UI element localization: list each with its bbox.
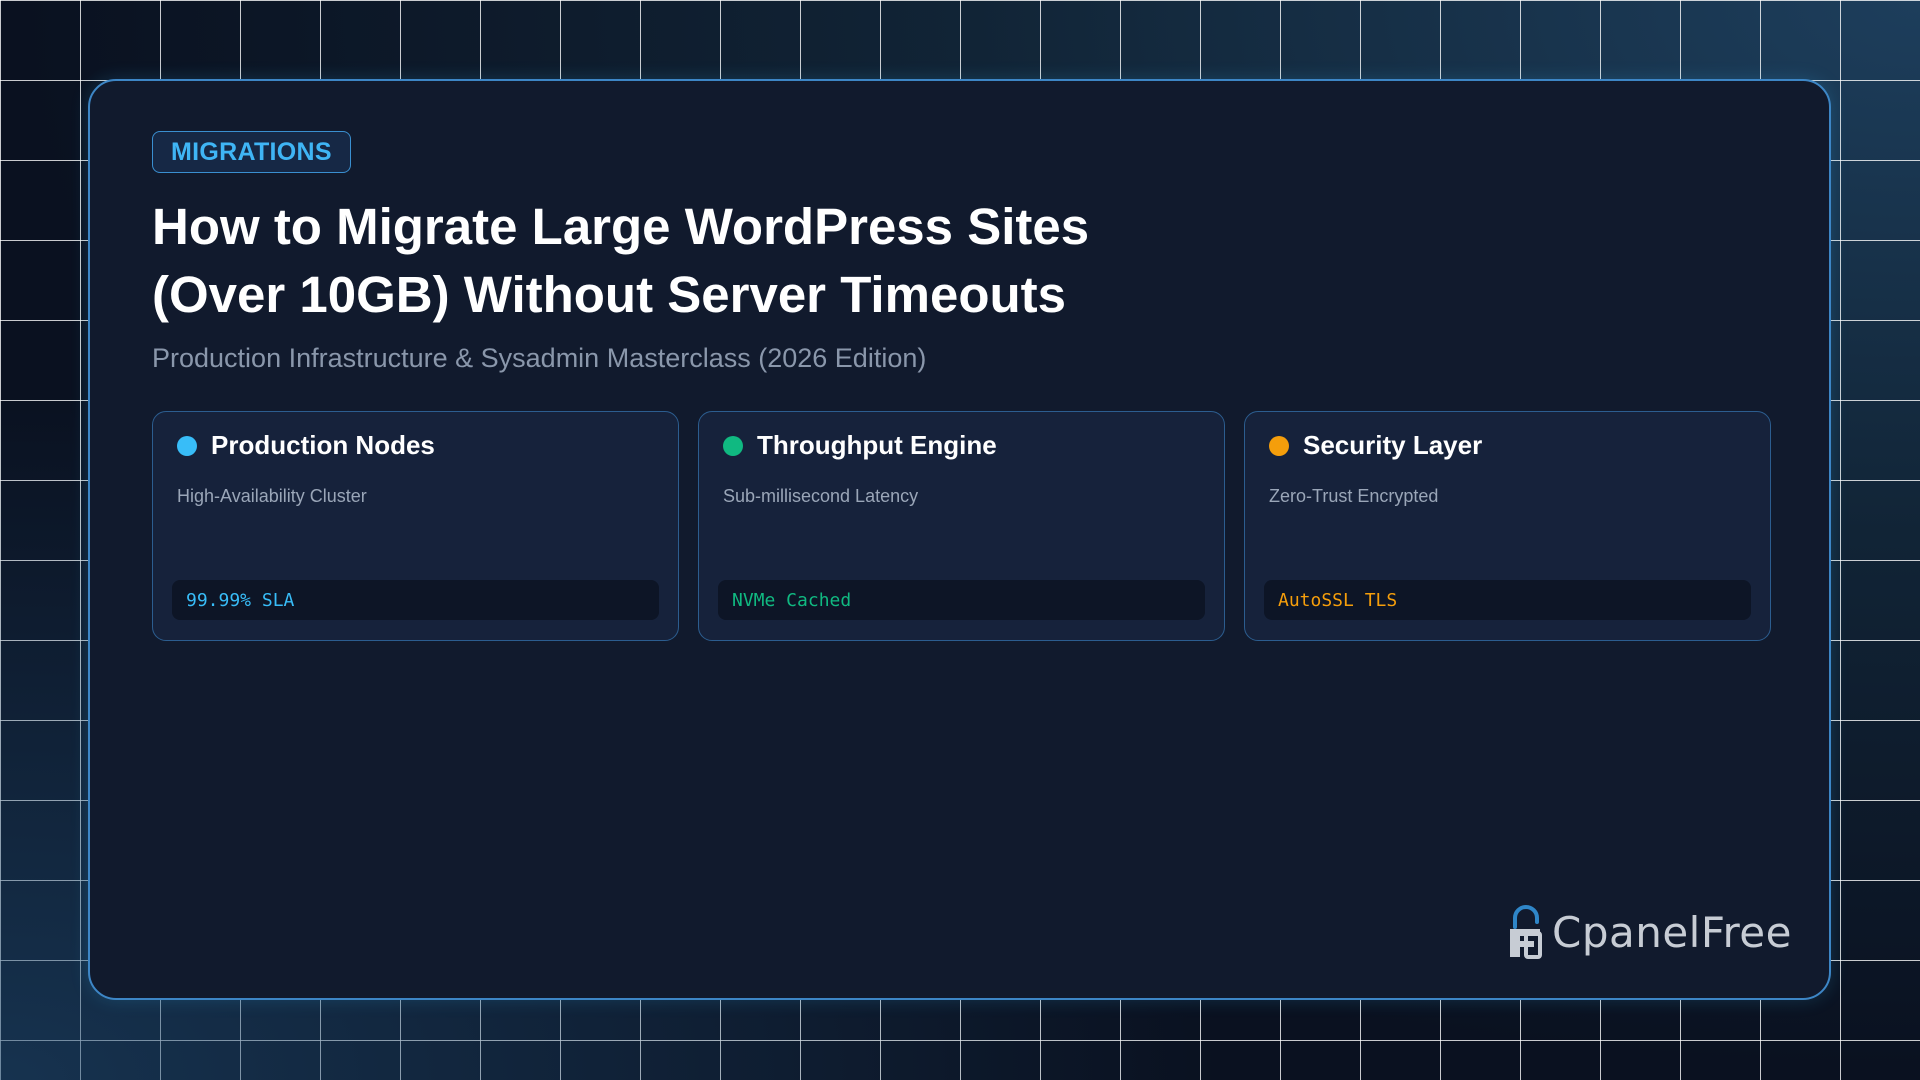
brand-name: CpanelFree (1552, 907, 1792, 957)
tile-production-nodes: Production Nodes High-Availability Clust… (152, 411, 679, 641)
padlock-logo-icon (1510, 905, 1542, 959)
tile-title: Production Nodes (211, 430, 435, 460)
tile-tag: AutoSSL TLS (1264, 580, 1751, 620)
title-line-1: How to Migrate Large WordPress Sites (152, 198, 1090, 255)
status-dot-icon (177, 435, 197, 456)
tile-header: Security Layer (1269, 430, 1482, 461)
status-dot-icon (723, 435, 743, 456)
tile-throughput-engine: Throughput Engine Sub-millisecond Latenc… (698, 411, 1225, 641)
tile-subtitle: Sub-millisecond Latency (723, 486, 919, 506)
tile-tag: NVMe Cached (718, 580, 1205, 620)
page-subtitle: Production Infrastructure & Sysadmin Mas… (152, 343, 927, 373)
tile-header: Throughput Engine (723, 430, 997, 461)
hero-card: MIGRATIONS How to Migrate Large WordPres… (88, 79, 1831, 1000)
title-line-2: (Over 10GB) Without Server Timeouts (152, 266, 1066, 323)
page-title: How to Migrate Large WordPress Sites (Ov… (152, 193, 1252, 329)
tile-security-layer: Security Layer Zero-Trust Encrypted Auto… (1244, 411, 1771, 641)
feature-tiles: Production Nodes High-Availability Clust… (152, 411, 1771, 641)
category-badge[interactable]: MIGRATIONS (152, 131, 351, 173)
tile-subtitle: High-Availability Cluster (177, 486, 367, 506)
tile-subtitle: Zero-Trust Encrypted (1269, 486, 1439, 506)
tile-tag: 99.99% SLA (172, 580, 659, 620)
brand-logo[interactable]: CpanelFree (1506, 903, 1792, 961)
tile-title: Security Layer (1303, 430, 1483, 460)
tile-header: Production Nodes (177, 430, 435, 461)
tile-title: Throughput Engine (757, 430, 997, 460)
status-dot-icon (1269, 435, 1289, 456)
